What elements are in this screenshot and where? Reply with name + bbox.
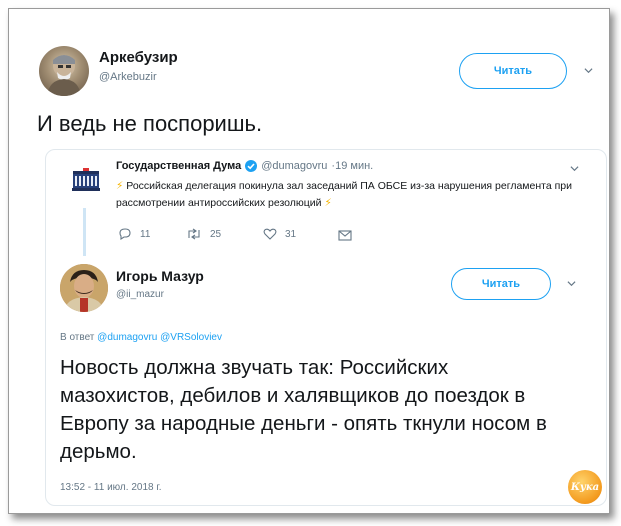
tweet-text: И ведь не поспоришь. [37, 111, 263, 136]
lightning-icon: ⚡ [116, 180, 124, 192]
quoted-text: Российская делегация покинула зал заседа… [116, 180, 572, 209]
watermark-logo: Кука [568, 470, 602, 504]
reply-author-name[interactable]: Игорь Мазур [116, 268, 204, 284]
tweet-author-name[interactable]: Аркебузир [99, 49, 178, 66]
like-count: 31 [285, 228, 297, 240]
duma-building-icon [72, 168, 100, 191]
reply-text: Новость должна звучать так: Российских м… [60, 356, 547, 463]
quoted-author-handle[interactable]: @dumagovru [261, 160, 327, 172]
follow-button-top[interactable]: Читать [459, 53, 567, 89]
quoted-tweet-card[interactable]: Государственная Дума @dumagovru ·19 мин.… [45, 149, 607, 506]
reply-timestamp[interactable]: 13:52 - 11 июл. 2018 г. [60, 482, 162, 493]
in-reply-to: В ответ @dumagovru @VRSoloviev [60, 332, 222, 343]
avatar-ii-mazur[interactable] [60, 264, 108, 312]
reply-count: 11 [140, 228, 151, 240]
reply-stat[interactable]: 11 [118, 228, 150, 240]
reply-author-handle[interactable]: @ii_mazur [116, 289, 164, 300]
retweet-count: 25 [210, 228, 222, 240]
like-stat[interactable]: 31 [263, 228, 296, 240]
heart-icon [263, 228, 277, 240]
retweet-icon [188, 228, 200, 240]
avatar-arkebuzir[interactable] [39, 46, 89, 96]
chevron-down-icon[interactable] [567, 279, 576, 288]
reply-to-mention-1[interactable]: @dumagovru [97, 332, 157, 343]
quoted-header: Государственная Дума @dumagovru ·19 мин. [116, 160, 373, 172]
verified-badge-icon [245, 160, 258, 172]
chevron-down-icon[interactable] [570, 164, 579, 173]
reply-icon [119, 228, 131, 240]
watermark-text: Кука [570, 481, 600, 493]
lightning-icon: ⚡ [324, 197, 332, 209]
message-icon[interactable] [338, 230, 352, 241]
screenshot-frame: Аркебузир @Arkebuzir Читать И ведь не по… [8, 8, 610, 514]
retweet-stat[interactable]: 25 [186, 228, 221, 240]
thread-connector-line [83, 208, 86, 256]
in-reply-prefix: В ответ [60, 332, 95, 343]
reply-to-mention-2[interactable]: @VRSoloviev [160, 332, 222, 343]
tweet-author-handle[interactable]: @Arkebuzir [99, 71, 157, 83]
quoted-time[interactable]: ·19 мин. [331, 160, 373, 172]
avatar-image [60, 264, 108, 312]
quoted-text-block: ⚡ Российская делегация покинула зал засе… [116, 178, 586, 212]
follow-button-reply[interactable]: Читать [451, 268, 551, 300]
chevron-down-icon[interactable] [584, 66, 593, 75]
quoted-author-name[interactable]: Государственная Дума [116, 160, 241, 172]
avatar-image [47, 55, 81, 96]
